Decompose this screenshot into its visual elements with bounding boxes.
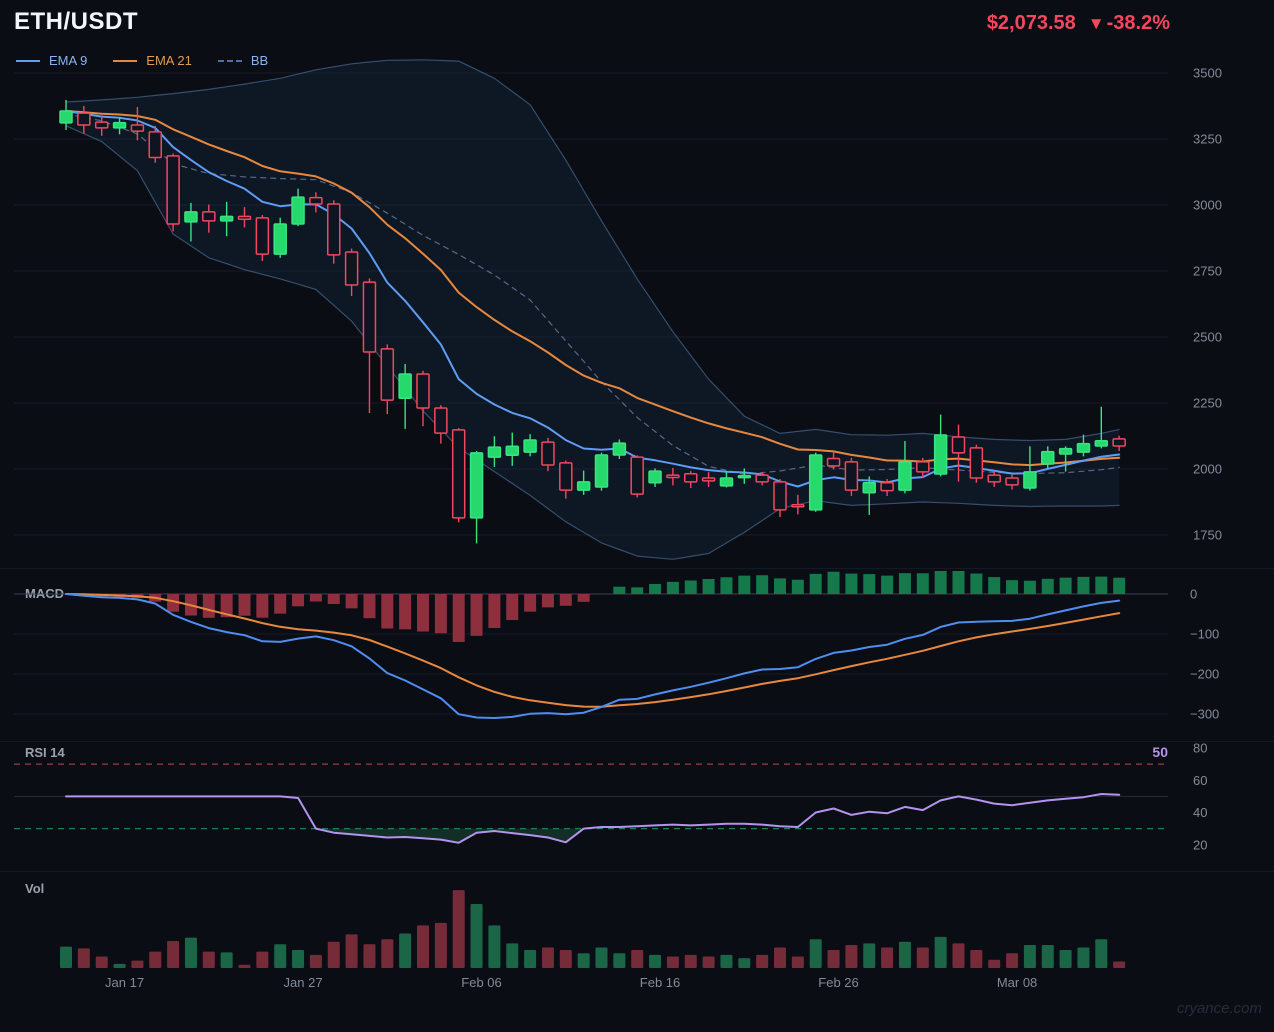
svg-text:−300: −300 xyxy=(1190,707,1219,722)
svg-text:−200: −200 xyxy=(1190,667,1219,682)
svg-text:60: 60 xyxy=(1193,773,1207,788)
svg-text:Feb 06: Feb 06 xyxy=(461,975,501,990)
down-triangle-icon: ▼ xyxy=(1087,14,1105,33)
price-chart-canvas[interactable]: 3500 3250 3000 2750 2500 2250 2000 1750 xyxy=(0,40,1274,567)
ticker-price: $2,073.58 ▼ -38.2% xyxy=(987,12,1170,35)
watermark: cryance.com xyxy=(1176,1000,1262,1017)
svg-text:−100: −100 xyxy=(1190,627,1219,642)
svg-text:1750: 1750 xyxy=(1193,528,1222,543)
price-change: -38.2% xyxy=(1106,12,1170,34)
svg-text:Feb 16: Feb 16 xyxy=(640,975,680,990)
svg-text:40: 40 xyxy=(1193,805,1207,820)
current-price: $2,073.58 xyxy=(986,12,1076,34)
svg-text:3500: 3500 xyxy=(1193,66,1222,81)
svg-text:3000: 3000 xyxy=(1193,198,1222,213)
svg-text:2500: 2500 xyxy=(1193,330,1222,345)
volume-chart-canvas[interactable]: Jan 17 Jan 27 Feb 06 Feb 16 Feb 26 Mar 08 xyxy=(0,872,1274,998)
svg-text:3250: 3250 xyxy=(1193,132,1222,147)
svg-text:Feb 26: Feb 26 xyxy=(818,975,858,990)
svg-text:20: 20 xyxy=(1193,837,1207,852)
svg-text:Jan 17: Jan 17 xyxy=(105,975,144,990)
svg-text:2000: 2000 xyxy=(1193,462,1222,477)
svg-text:2750: 2750 xyxy=(1193,264,1222,279)
svg-text:Mar 08: Mar 08 xyxy=(997,975,1037,990)
macd-chart-canvas[interactable]: 0 −100 −200 −300 xyxy=(0,569,1274,741)
svg-text:80: 80 xyxy=(1193,741,1207,756)
svg-text:Jan 27: Jan 27 xyxy=(284,975,323,990)
svg-text:2250: 2250 xyxy=(1193,396,1222,411)
rsi-chart-canvas[interactable]: 80 60 40 20 xyxy=(0,740,1274,871)
svg-text:0: 0 xyxy=(1190,587,1197,602)
page-title: ETH/USDT xyxy=(14,8,138,35)
